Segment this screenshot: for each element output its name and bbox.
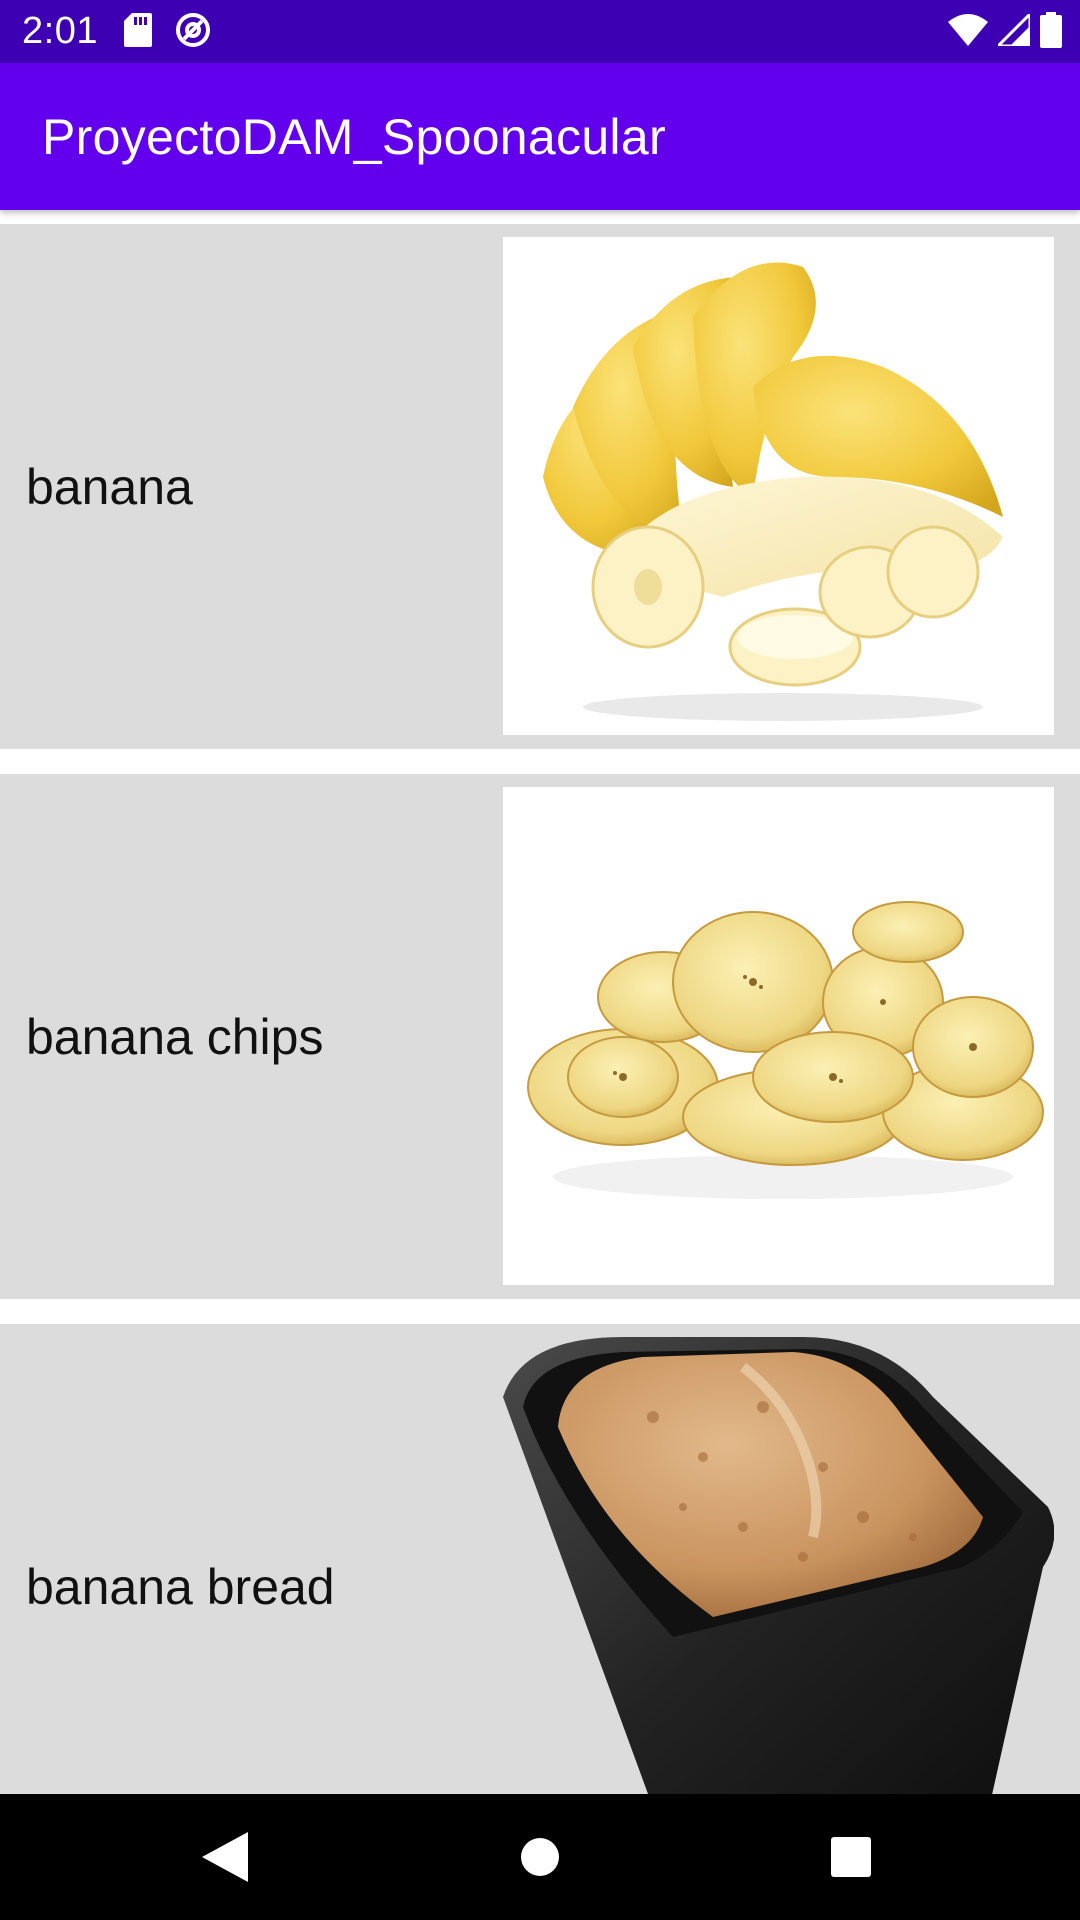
list-item-banana-bread[interactable]: banana bread — [0, 1324, 1080, 1794]
list-item-banana-chips[interactable]: banana chips — [0, 774, 1080, 1299]
status-icons-left — [124, 12, 212, 52]
status-time: 2:01 — [22, 10, 98, 52]
recents-icon[interactable] — [818, 1824, 884, 1890]
banana-chips-image — [503, 787, 1054, 1285]
banana-image — [503, 237, 1054, 735]
app-title: ProyectoDAM_Spoonacular — [42, 109, 666, 165]
app-bar: ProyectoDAM_Spoonacular — [0, 63, 1080, 210]
back-icon[interactable] — [192, 1824, 258, 1890]
item-label: banana bread — [26, 1558, 335, 1615]
list-item-banana[interactable]: banana — [0, 224, 1080, 749]
screen: 2:01 ProyectoDAM_Spoonacular banana bana… — [0, 0, 1080, 1920]
navigation-bar — [0, 1794, 1080, 1920]
sd-card-icon — [124, 12, 152, 52]
sync-icon — [174, 11, 212, 54]
status-icons-right — [948, 9, 1062, 53]
item-label: banana chips — [26, 1008, 324, 1065]
banana-bread-image — [503, 1337, 1054, 1794]
food-list[interactable]: banana banana chips banana bread — [0, 210, 1080, 1794]
wifi-icon — [948, 13, 988, 51]
battery-icon — [1040, 11, 1062, 53]
item-label: banana — [26, 458, 193, 515]
home-icon[interactable] — [507, 1824, 573, 1890]
status-bar: 2:01 — [0, 0, 1080, 63]
signal-icon — [994, 9, 1032, 51]
